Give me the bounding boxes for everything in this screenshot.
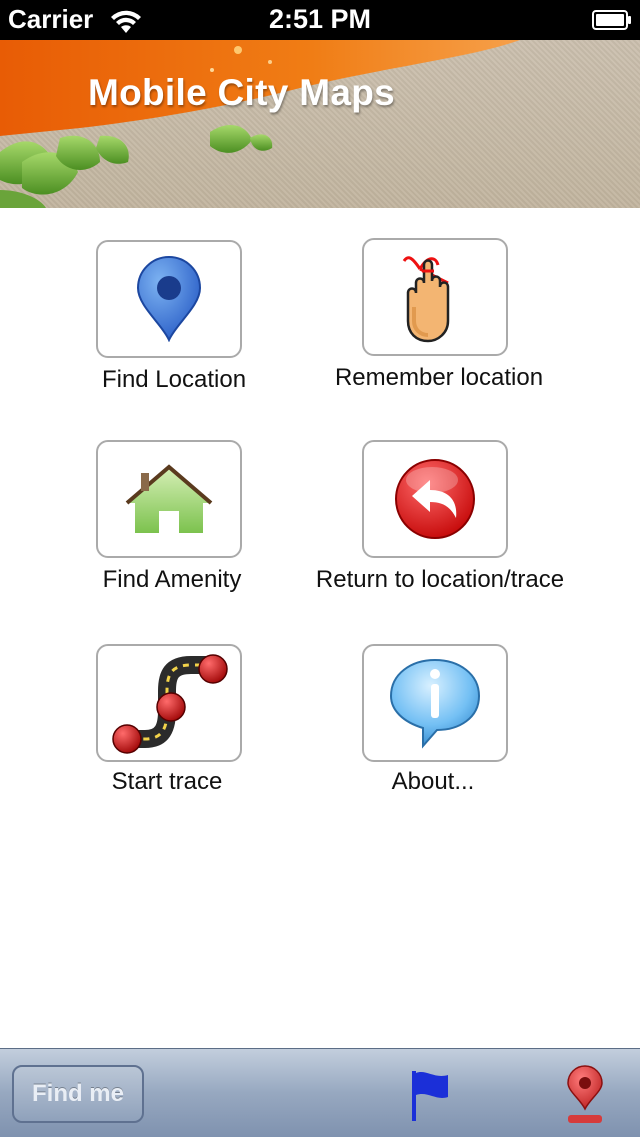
app-header-banner: Mobile City Maps [0,40,640,208]
flag-icon[interactable] [406,1067,454,1123]
battery-icon [592,10,631,30]
remember-location-label: Remember location [334,364,544,391]
find-location-label: Find Location [101,366,247,393]
return-to-location-label: Return to location/trace [315,566,565,593]
header-decoration [0,40,520,208]
location-pin-icon[interactable] [564,1065,606,1125]
clock: 2:51 PM [268,4,372,34]
find-amenity-button[interactable] [96,440,242,558]
find-amenity-label: Find Amenity [102,566,242,593]
house-icon [125,464,213,533]
bottom-toolbar: Find me [0,1048,640,1137]
app-title: Mobile City Maps [88,72,395,113]
about-button[interactable] [362,644,508,762]
status-bar: Carrier 2:51 PM [0,0,640,40]
remember-location-button[interactable] [362,238,508,356]
find-location-button[interactable] [96,240,242,358]
info-bubble-icon [389,658,481,749]
trace-path-icon [112,654,228,754]
start-trace-button[interactable] [96,644,242,762]
about-label: About... [391,768,475,795]
return-arrow-icon [395,459,475,539]
map-pin-icon [136,256,202,342]
return-to-location-button[interactable] [362,440,508,558]
find-me-button[interactable]: Find me [12,1065,144,1123]
start-trace-label: Start trace [111,768,223,795]
finger-string-icon [402,256,450,343]
